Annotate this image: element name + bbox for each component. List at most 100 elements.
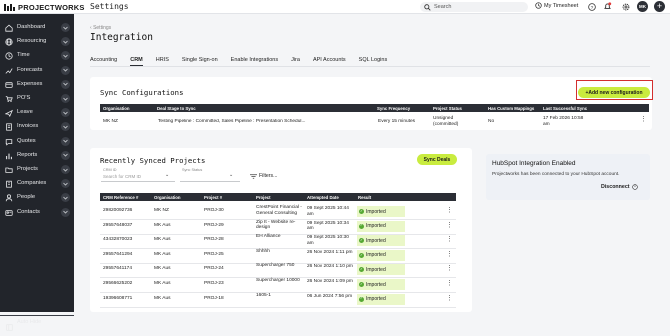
chevron-down-icon[interactable]: [61, 207, 70, 217]
chevron-down-icon[interactable]: [61, 108, 70, 118]
chevron-down-icon[interactable]: [61, 179, 70, 189]
highlight-box: [576, 80, 653, 100]
chevron-down-icon[interactable]: [61, 150, 70, 160]
tab-sql-logins[interactable]: SQL Logins: [359, 54, 388, 66]
sidebar-item-label: People: [17, 194, 36, 201]
sidebar-item-quotes[interactable]: Quotes: [0, 136, 74, 148]
project-number: PROJ-23: [204, 281, 224, 286]
tab-single-sign-on[interactable]: Single Sign-on: [182, 54, 218, 66]
attempted-date: 26 Nov 2024 1:11 pm: [307, 249, 353, 255]
row-menu-icon[interactable]: ⋮: [446, 251, 453, 258]
attempted-date: 26 Nov 2024 1:10 pm: [307, 264, 353, 270]
row-menu-icon[interactable]: ⋮: [446, 222, 453, 229]
sync-deals-button[interactable]: Sync Deals: [417, 154, 457, 165]
sidebar-item-forecasts[interactable]: Forecasts: [0, 65, 74, 77]
brand-logo[interactable]: PROJECTWORKS: [4, 3, 85, 12]
settings-gear-icon[interactable]: [620, 1, 631, 12]
sidebar-item-label: Dashboard: [17, 24, 46, 30]
sidebar-item-expenses[interactable]: Expenses: [0, 79, 74, 91]
chevron-down-icon[interactable]: ⌄: [165, 172, 169, 178]
chevron-down-icon[interactable]: [61, 37, 70, 47]
filters-button[interactable]: Filters...: [250, 173, 277, 179]
sidebar: Dashboard Resourcing Time Forecasts Expenses…: [0, 14, 74, 331]
my-timesheet-link[interactable]: My Timesheet: [535, 2, 578, 9]
row-menu-icon[interactable]: ⋮: [446, 236, 453, 243]
result-label: Imported: [366, 266, 386, 273]
chevron-down-icon: ⌄: [229, 172, 234, 178]
crm-reference: 29820092736: [103, 208, 133, 213]
row-organisation: MK Aus: [154, 251, 171, 257]
attempted-date: 06 Jun 2024 7:56 pm: [307, 293, 353, 299]
sidebar-item-dashboard[interactable]: Dashboard: [0, 22, 74, 34]
result-badge: ✓ Imported: [357, 249, 405, 261]
notifications-bell-icon[interactable]: [602, 1, 613, 12]
tab-jira[interactable]: Jira: [291, 54, 300, 66]
sidebar-item-time[interactable]: Time: [0, 50, 74, 62]
chevron-down-icon[interactable]: [61, 94, 70, 103]
project-name[interactable]: EH Alliance: [256, 234, 304, 240]
sidebar-item-label: Invoices: [17, 123, 39, 130]
project-name[interactable]: 1605-1: [256, 293, 304, 299]
row-menu-icon[interactable]: ⋮: [446, 207, 453, 214]
chevron-down-icon[interactable]: [61, 23, 70, 32]
bar-chart-icon: [5, 152, 13, 160]
sync-config-header: Organisation Deal Stage to Sync Sync Fre…: [100, 104, 649, 112]
sidebar-item-leave[interactable]: Leave: [0, 107, 74, 119]
result-label: Imported: [366, 208, 386, 215]
row-menu-icon[interactable]: ⋮: [446, 295, 453, 302]
quick-add-button[interactable]: +: [654, 1, 665, 12]
cart-icon: [5, 95, 13, 103]
help-icon[interactable]: ?: [586, 1, 597, 12]
row-menu-icon[interactable]: ⋮: [446, 280, 453, 287]
tab-enable-integrations[interactable]: Enable Integrations: [231, 54, 278, 66]
project-name[interactable]: Zip It - Website re-design: [256, 220, 304, 231]
chevron-down-icon[interactable]: [61, 193, 70, 203]
sidebar-item-resourcing[interactable]: Resourcing: [0, 36, 74, 48]
page-title: Integration: [90, 32, 153, 43]
config-row-menu-icon[interactable]: ⋮: [640, 116, 647, 123]
result-label: Imported: [366, 281, 386, 288]
chevron-down-icon[interactable]: [61, 122, 70, 132]
col-project: Project: [256, 195, 271, 200]
disconnect-button[interactable]: Disconnect: [601, 184, 638, 190]
sidebar-item-invoices[interactable]: Invoices: [0, 121, 74, 133]
sidebar-item-projects[interactable]: Projects: [0, 164, 74, 176]
project-name[interactable]: Supercharger 10000: [256, 278, 304, 284]
logo-icon: [4, 4, 16, 11]
sidebar-item-label: Projects: [17, 166, 38, 172]
sidebar-item-companies[interactable]: Companies: [0, 178, 74, 190]
chevron-down-icon[interactable]: [61, 51, 70, 61]
row-menu-icon[interactable]: ⋮: [446, 265, 453, 272]
filter-icon: [250, 173, 257, 179]
tab-accounting[interactable]: Accounting: [90, 54, 117, 66]
chevron-down-icon[interactable]: [61, 65, 70, 75]
tab-hris[interactable]: HRIS: [156, 54, 169, 66]
project-number: PROJ-25: [204, 251, 224, 257]
sidebar-item-people[interactable]: People: [0, 192, 74, 204]
sidebar-item-label: PO'S: [17, 95, 31, 101]
sidebar-item-contacts[interactable]: Contacts: [0, 207, 74, 219]
user-avatar[interactable]: MK: [637, 1, 648, 12]
building-icon: [5, 180, 13, 188]
breadcrumb[interactable]: ‹ Settings: [90, 25, 111, 31]
tab-api-accounts[interactable]: API Accounts: [313, 54, 346, 66]
chevron-down-icon[interactable]: [61, 136, 70, 146]
row-organisation: MK Aus: [154, 237, 171, 243]
col-result: Result: [358, 195, 372, 200]
tab-crm[interactable]: CRM: [130, 54, 143, 66]
chevron-down-icon[interactable]: [61, 165, 70, 174]
config-custom-mappings: No: [488, 119, 495, 124]
auto-hide-toggle[interactable]: Auto Hide: [0, 315, 74, 331]
sidebar-item-po-s[interactable]: PO'S: [0, 93, 74, 105]
project-name[interactable]: Shhhh: [256, 249, 304, 255]
project-number: PROJ-24: [204, 266, 224, 272]
crm-id-search-input[interactable]: Search for CRM ID: [103, 174, 141, 179]
chevron-down-icon[interactable]: [61, 79, 70, 89]
breadcrumb-settings[interactable]: Settings: [93, 25, 111, 31]
project-name[interactable]: Supercharger 750: [256, 263, 304, 269]
sidebar-item-label: Resourcing: [17, 38, 47, 45]
global-search[interactable]: Search: [420, 2, 528, 12]
project-name[interactable]: CrestPoint Financial - General Consultin…: [256, 205, 304, 216]
sidebar-item-reports[interactable]: Reports: [0, 150, 74, 162]
hubspot-title: HubSpot Integration Enabled: [492, 160, 576, 167]
